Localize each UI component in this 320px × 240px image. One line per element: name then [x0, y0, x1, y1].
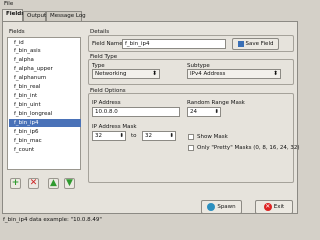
subtype-value: IPv4 Address — [190, 71, 226, 77]
save-field-label: Save Field — [245, 41, 274, 47]
list-item[interactable]: f_bin_int — [9, 92, 81, 100]
list-item[interactable]: f_bin_asis — [9, 47, 81, 55]
mask-to-stepper[interactable]: 32 ⬍ — [142, 131, 176, 141]
mask-from-value: 32 — [95, 133, 102, 139]
spawn-button[interactable]: Spawn — [201, 200, 242, 214]
list-item[interactable]: f_bin_mac — [9, 137, 81, 145]
exit-label: Exit — [273, 204, 285, 210]
chevron-down-icon: ⬍ — [272, 70, 278, 77]
random-range-mask-value: 24 — [190, 109, 197, 115]
up-arrow-icon: ▲ — [50, 178, 57, 188]
field-name-input[interactable]: f_bin_ip4 — [122, 39, 226, 49]
list-item[interactable]: f_alpha — [9, 56, 81, 64]
stepper-icon: ⬍ — [214, 109, 219, 115]
to-label: to — [131, 133, 137, 139]
type-value: Networking — [95, 71, 127, 77]
exit-icon: ✕ — [263, 202, 272, 211]
ip-address-input[interactable]: 10.0.8.0 — [92, 107, 180, 117]
plus-icon: + — [11, 178, 20, 188]
list-item[interactable]: f_count — [9, 146, 81, 154]
menu-bar: File — [0, 0, 300, 8]
status-bar: f_bin_ip4 data example: "10.0.8.49" — [0, 215, 300, 225]
move-down-button[interactable]: ▼ — [64, 178, 75, 189]
mask-to-value: 32 — [145, 133, 152, 139]
list-item[interactable]: f_alphanum — [9, 74, 81, 82]
show-mask-label: Show Mask — [197, 134, 228, 140]
list-item[interactable]: f_bin_uint — [9, 101, 81, 109]
tab-fields[interactable]: Fields — [2, 9, 24, 21]
save-icon — [237, 40, 244, 47]
stepper-icon: ⬍ — [169, 133, 174, 139]
pretty-masks-label: Only "Pretty" Masks (0, 8, 16, 24, 32) — [197, 145, 300, 151]
type-select[interactable]: Networking ⬍ — [92, 69, 160, 79]
chevron-down-icon: ⬍ — [151, 70, 157, 77]
move-up-button[interactable]: ▲ — [48, 178, 59, 189]
menu-file[interactable]: File — [4, 1, 13, 7]
random-range-mask-label: Random Range Mask — [187, 100, 245, 106]
random-range-mask-stepper[interactable]: 24 ⬍ — [187, 107, 221, 117]
tab-output[interactable]: Output — [23, 11, 46, 21]
list-item[interactable]: f_alpha_upper — [9, 65, 81, 73]
exit-button[interactable]: ✕ Exit — [255, 200, 293, 214]
field-name-label: Field Name — [92, 41, 123, 47]
list-item[interactable]: f_id — [9, 39, 81, 47]
pretty-masks-checkbox[interactable] — [188, 145, 194, 151]
save-field-button[interactable]: Save Field — [232, 38, 279, 50]
ip-address-label: IP Address — [92, 100, 121, 106]
list-item[interactable]: f_bin_longreal — [9, 110, 81, 118]
list-item[interactable]: f_bin_ip6 — [9, 128, 81, 136]
down-arrow-icon: ▼ — [66, 178, 73, 188]
delete-field-button[interactable]: ✕ — [28, 178, 39, 189]
fields-heading: Fields — [9, 29, 25, 35]
delete-icon: ✕ — [29, 178, 38, 188]
mask-from-stepper[interactable]: 32 ⬍ — [92, 131, 126, 141]
add-field-button[interactable]: + — [10, 178, 21, 189]
ip-address-mask-label: IP Address Mask — [92, 124, 137, 130]
tab-message-log[interactable]: Message Log — [46, 11, 86, 21]
list-item[interactable]: f_bin_real — [9, 83, 81, 91]
status-text: f_bin_ip4 data example: "10.0.8.49" — [3, 217, 102, 223]
spawn-icon — [207, 202, 216, 211]
spawn-label: Spawn — [217, 204, 236, 210]
stepper-icon: ⬍ — [119, 133, 124, 139]
show-mask-checkbox[interactable] — [188, 134, 194, 140]
fields-list[interactable]: f_id f_bin_asis f_alpha f_alpha_upper f_… — [7, 37, 81, 170]
subtype-select[interactable]: IPv4 Address ⬍ — [187, 69, 281, 79]
list-item-selected[interactable]: f_bin_ip4 — [9, 119, 81, 127]
